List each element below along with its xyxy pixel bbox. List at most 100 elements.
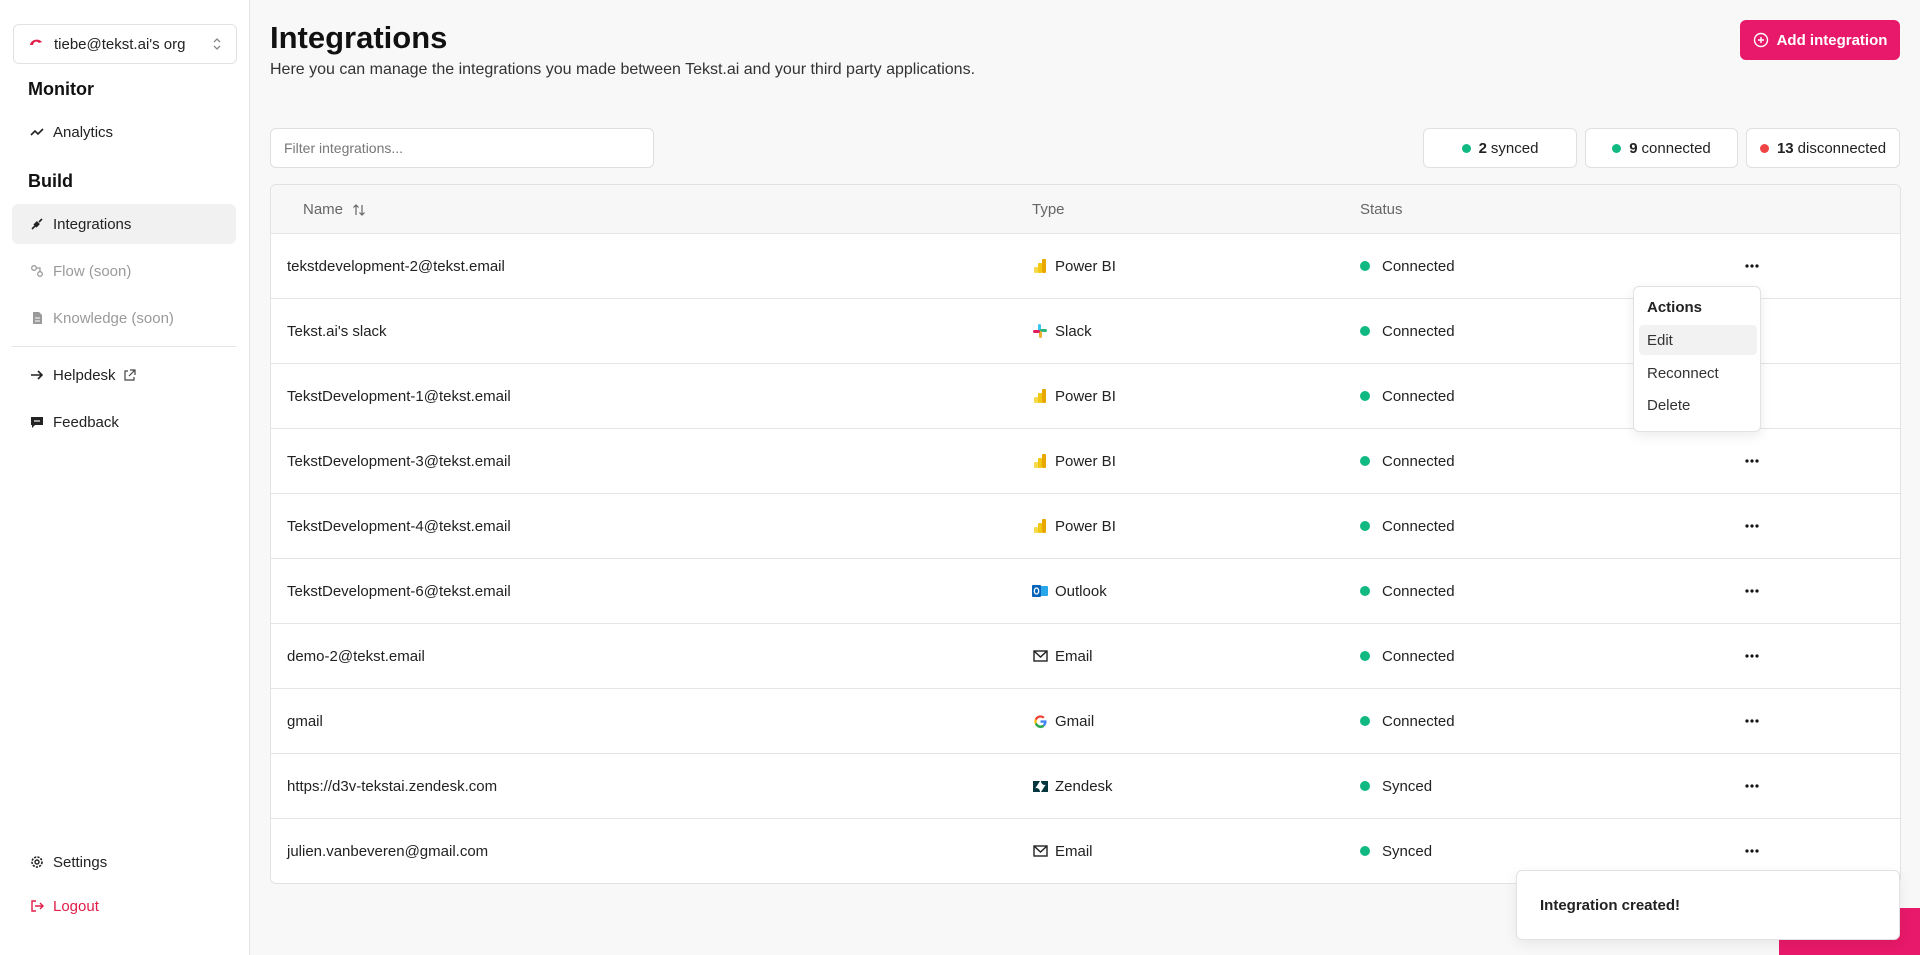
filter-input[interactable]: [270, 128, 654, 168]
integration-name: Tekst.ai's slack: [287, 322, 387, 340]
disconnected-label: disconnected: [1797, 139, 1887, 157]
integration-name: https://d3v-tekstai.zendesk.com: [287, 777, 498, 795]
powerbi-icon: [1032, 388, 1048, 404]
column-name-header[interactable]: Name: [303, 201, 366, 218]
integration-type: Email: [1032, 819, 1093, 883]
integration-type-label: Power BI: [1055, 257, 1116, 275]
table-row[interactable]: TekstDevelopment-6@tekst.email Outlook Con…: [271, 559, 1900, 624]
integration-type: Power BI: [1032, 494, 1116, 558]
connected-count-badge[interactable]: 9 connected: [1585, 128, 1738, 168]
table-row[interactable]: https://d3v-tekstai.zendesk.com Zendesk Sy…: [271, 754, 1900, 819]
more-actions-icon[interactable]: [1737, 559, 1767, 623]
slack-icon: [1032, 323, 1048, 339]
disconnected-count-badge[interactable]: 13 disconnected: [1746, 128, 1900, 168]
menu-item-delete[interactable]: Delete: [1639, 390, 1757, 420]
integration-name: TekstDevelopment-6@tekst.email: [287, 582, 511, 600]
integration-type-label: Email: [1055, 647, 1093, 665]
section-monitor: Monitor: [28, 79, 94, 99]
synced-count-badge[interactable]: 2 synced: [1423, 128, 1577, 168]
sidebar-item-analytics[interactable]: Analytics: [12, 112, 236, 152]
more-actions-icon[interactable]: [1737, 494, 1767, 558]
status-dot-icon: [1360, 651, 1370, 661]
sidebar-item-feedback[interactable]: Feedback: [12, 402, 236, 442]
integration-status: Connected: [1360, 689, 1455, 753]
sidebar-item-label: Helpdesk: [53, 366, 116, 384]
flow-icon: [29, 263, 45, 279]
more-actions-icon[interactable]: [1737, 624, 1767, 688]
menu-item-edit[interactable]: Edit: [1639, 325, 1757, 355]
integration-type: Zendesk: [1032, 754, 1113, 818]
add-integration-button[interactable]: Add integration: [1740, 20, 1900, 60]
sidebar-item-settings[interactable]: Settings: [12, 842, 236, 882]
sidebar-item-logout[interactable]: Logout: [12, 886, 236, 926]
integration-name: gmail: [287, 712, 323, 730]
sidebar-item-integrations[interactable]: Integrations: [12, 204, 236, 244]
status-dot-icon: [1360, 391, 1370, 401]
integration-type-label: Slack: [1055, 322, 1092, 340]
sidebar-item-label: Knowledge (soon): [53, 309, 174, 327]
disconnected-count: 13: [1776, 139, 1794, 157]
sidebar-item-flow: Flow (soon): [12, 251, 236, 291]
more-actions-icon[interactable]: [1737, 754, 1767, 818]
integration-type: Slack: [1032, 299, 1092, 363]
integration-status: Synced: [1360, 754, 1432, 818]
column-status-header: Status: [1360, 201, 1403, 218]
integration-name: TekstDevelopment-4@tekst.email: [287, 517, 511, 535]
plus-circle-icon: [1753, 32, 1769, 48]
integration-status-label: Connected: [1382, 387, 1455, 405]
sidebar-divider: [12, 346, 236, 347]
sidebar-item-label: Analytics: [53, 123, 114, 141]
sidebar-item-label: Settings: [53, 853, 108, 871]
sidebar-item-helpdesk[interactable]: Helpdesk: [12, 355, 236, 395]
more-actions-icon[interactable]: [1737, 689, 1767, 753]
menu-item-reconnect[interactable]: Reconnect: [1639, 358, 1757, 388]
integration-status: Connected: [1360, 364, 1455, 428]
integration-status: Connected: [1360, 234, 1455, 298]
status-dot-icon: [1360, 456, 1370, 466]
gear-icon: [29, 854, 45, 870]
status-dot-icon: [1360, 521, 1370, 531]
synced-label: synced: [1490, 139, 1539, 157]
powerbi-icon: [1032, 258, 1048, 274]
sort-icon: [352, 203, 366, 217]
integration-status-label: Connected: [1382, 517, 1455, 535]
integration-status: Connected: [1360, 624, 1455, 688]
arrow-right-icon: [29, 367, 45, 383]
table-row[interactable]: TekstDevelopment-4@tekst.email Power BI Co…: [271, 494, 1900, 559]
integration-name: julien.vanbeveren@gmail.com: [287, 842, 489, 860]
integration-type-label: Power BI: [1055, 387, 1116, 405]
integration-status: Connected: [1360, 559, 1455, 623]
section-build: Build: [28, 171, 73, 191]
integration-type: Power BI: [1032, 429, 1116, 493]
status-dot-icon: [1612, 143, 1622, 153]
plug-icon: [29, 216, 45, 232]
status-dot-icon: [1461, 143, 1471, 153]
integration-name: TekstDevelopment-3@tekst.email: [287, 452, 511, 470]
integration-name: TekstDevelopment-1@tekst.email: [287, 387, 511, 405]
outlook-icon: [1032, 583, 1048, 599]
integration-type: Power BI: [1032, 364, 1116, 428]
integration-status-label: Connected: [1382, 647, 1455, 665]
more-actions-icon[interactable]: [1737, 429, 1767, 493]
table-row[interactable]: gmail Gmail Connected: [271, 689, 1900, 754]
integration-type-label: Power BI: [1055, 452, 1116, 470]
status-dot-icon: [1360, 781, 1370, 791]
actions-menu: Actions Edit Reconnect Delete: [1633, 286, 1761, 432]
integration-type: Power BI: [1032, 234, 1116, 298]
integration-type: Outlook: [1032, 559, 1107, 623]
org-label: tiebe@tekst.ai's org: [54, 35, 186, 53]
integration-status: Connected: [1360, 299, 1455, 363]
integration-status-label: Synced: [1382, 842, 1433, 860]
status-dot-icon: [1360, 586, 1370, 596]
table-row[interactable]: TekstDevelopment-3@tekst.email Power BI Co…: [271, 429, 1900, 494]
message-icon: [29, 414, 45, 430]
page-title: Integrations: [270, 20, 448, 55]
table-row[interactable]: demo-2@tekst.email Email Connected: [271, 624, 1900, 689]
org-switcher[interactable]: tiebe@tekst.ai's org: [13, 24, 237, 64]
document-icon: [29, 310, 45, 326]
actions-menu-title: Actions: [1647, 299, 1703, 316]
chevron-up-down-icon: [212, 37, 222, 51]
integration-type: Gmail: [1032, 689, 1094, 753]
mail-icon: [1032, 648, 1048, 664]
sidebar-item-label: Integrations: [53, 215, 132, 233]
